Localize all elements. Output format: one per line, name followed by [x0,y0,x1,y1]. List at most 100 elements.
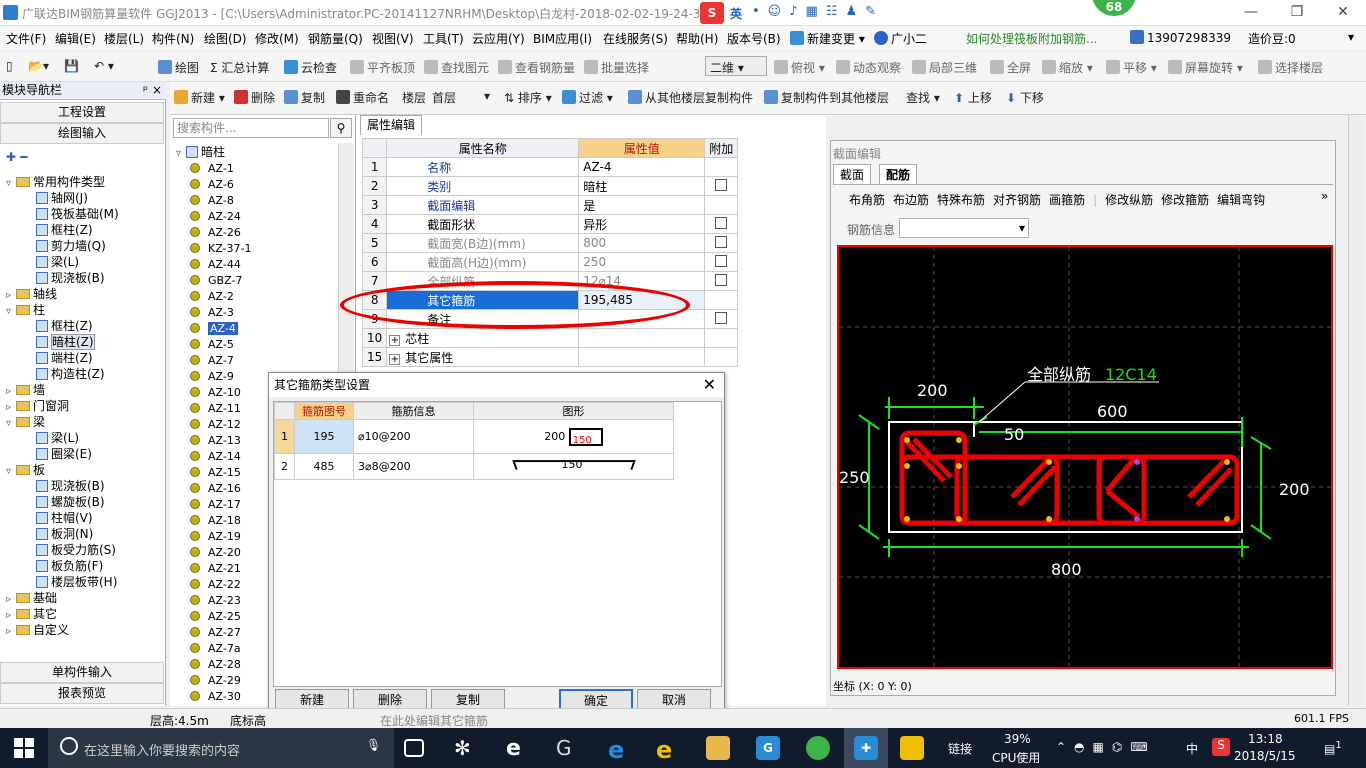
flat-board-button[interactable]: 平齐板顶 [350,59,415,76]
extra-checkbox[interactable] [715,254,728,267]
maximize-button[interactable]: ❐ [1274,0,1320,26]
nav-tree-item[interactable]: 梁(L) [36,254,79,270]
save-icon[interactable]: 💾 [64,59,79,73]
pan-button[interactable]: 平移 ▾ [1106,59,1157,76]
minimize-button[interactable]: — [1228,0,1274,26]
section-canvas[interactable]: 全部纵筋 12C14 200 600 50 250 200 800 [837,245,1333,669]
ime-tools-icon[interactable]: •☺♪▦☷♟✎ [752,4,884,19]
active-app-icon[interactable]: ✚ [844,728,888,768]
browser-icon[interactable]: G [556,736,580,760]
nav-tree-item[interactable]: 端柱(Z) [36,350,93,366]
menu-file[interactable]: 文件(F) [6,30,46,47]
nav-tree-item[interactable]: ▹ 轴线 [6,286,57,302]
menu-version[interactable]: 版本号(B) [727,30,781,47]
menu-help[interactable]: 帮助(H) [676,30,718,47]
tab-rebar[interactable]: 配筋 [879,164,918,184]
list-item[interactable]: AZ-26 [190,225,241,241]
floor-select[interactable]: 首层 ▾ [430,87,494,107]
move-up-button[interactable]: ⬆ 上移 [954,89,992,106]
ggj-icon[interactable]: G [756,736,780,760]
list-item[interactable]: AZ-27 [190,625,241,641]
section-tool-button[interactable]: 特殊布筋 [937,193,985,207]
list-item[interactable]: AZ-14 [190,449,241,465]
move-down-button[interactable]: ⬇ 下移 [1006,89,1044,106]
extra-checkbox[interactable] [715,178,728,191]
rebar-info-select[interactable]: ▾ [899,218,1029,238]
file-explorer-icon[interactable] [706,736,730,760]
nav-tree-item[interactable]: 现浇板(B) [36,478,105,494]
find-element-button[interactable]: 查找图元 [424,59,489,76]
section-tool-button[interactable]: 修改箍筋 [1161,193,1209,207]
clock-time[interactable]: 13:18 [1248,732,1283,746]
tab-property-edit[interactable]: 属性编辑 [360,115,422,135]
menu-account[interactable]: 13907298339 [1130,30,1231,45]
green-app-icon[interactable] [806,736,830,760]
nav-tree-item[interactable]: ▿ 常用构件类型 [6,174,105,190]
table-row[interactable]: 2 485 3⌀8@200 150 [274,453,674,480]
list-item[interactable]: AZ-17 [190,497,241,513]
edge-icon[interactable]: e [608,736,632,764]
copy-button[interactable]: 复制 [284,89,325,106]
list-item[interactable]: AZ-19 [190,529,241,545]
nav-tree-item[interactable]: ▹ 基础 [6,590,57,606]
tab-section[interactable]: 截面 [833,164,872,184]
nav-tree-item[interactable]: 梁(L) [36,430,79,446]
close-icon[interactable]: × [152,82,162,99]
list-item[interactable]: AZ-7a [190,641,241,657]
nav-tree-item[interactable]: 轴网(J) [36,190,88,206]
delete-button[interactable]: 删除 [234,89,275,106]
nav-tree-item[interactable]: ▿ 板 [6,462,45,478]
menu-tools[interactable]: 工具(T) [423,30,464,47]
cpu-usage[interactable]: 39% [1004,732,1031,746]
list-item[interactable]: AZ-23 [190,593,241,609]
list-item[interactable]: AZ-29 [190,673,241,689]
menu-more-icon[interactable]: ▾ [1348,30,1354,44]
nav-tree-item[interactable]: 框柱(Z) [36,318,93,334]
nav-tree-item[interactable]: 筏板基础(M) [36,206,119,222]
zoom-button[interactable]: 缩放 ▾ [1042,59,1093,76]
menu-edit[interactable]: 编辑(E) [55,30,96,47]
nav-tree-item[interactable]: ▹ 门窗洞 [6,398,69,414]
section-tool-button[interactable]: 编辑弯钩 [1217,193,1265,207]
nav-tree-item[interactable]: ▿ 柱 [6,302,45,318]
section-tool-button[interactable]: 布边筋 [893,193,929,207]
list-item[interactable]: AZ-44 [190,257,241,273]
nav-tree-item[interactable]: 剪力墙(Q) [36,238,106,254]
list-item[interactable]: AZ-18 [190,513,241,529]
nav-tree-item[interactable]: 构造柱(Z) [36,366,105,382]
dialog-close-icon[interactable]: ✕ [703,375,716,394]
close-button[interactable]: ✕ [1320,0,1366,26]
notes-icon[interactable] [900,736,924,760]
property-row[interactable]: 1 名称 AZ-4 [361,157,739,177]
menu-guangxiaoer[interactable]: 广小二 [874,30,927,47]
single-input-button[interactable]: 单构件输入 [0,662,164,683]
menu-beans[interactable]: 造价豆:0 [1248,30,1296,47]
project-settings-button[interactable]: 工程设置 [0,102,164,123]
menu-component[interactable]: 构件(N) [152,30,194,47]
menu-cloud[interactable]: 云应用(Y) [472,30,525,47]
report-preview-button[interactable]: 报表预览 [0,683,164,704]
taskbar-search[interactable]: 在这里输入你要搜索的内容 🎙 [48,728,394,768]
list-item[interactable]: AZ-3 [190,305,234,321]
ime-lang[interactable]: 英 [730,5,742,22]
nav-tree-item[interactable]: 板洞(N) [36,526,93,542]
sort-button[interactable]: ⇅ 排序 ▾ [504,89,552,106]
expand-icon[interactable]: ▿ [6,176,16,192]
list-item[interactable]: AZ-15 [190,465,241,481]
list-item[interactable]: KZ-37-1 [190,241,252,257]
view-steel-button[interactable]: 查看钢筋量 [498,59,575,76]
nav-tree-item[interactable]: 楼层板带(H) [36,574,117,590]
undo-icon[interactable]: ↶ ▾ [94,59,114,73]
list-root[interactable]: ▿ 暗柱 [176,143,225,160]
list-item[interactable]: AZ-30 [190,689,241,705]
ie-icon[interactable]: e [506,736,530,761]
clock-date[interactable]: 2018/5/15 [1234,749,1296,763]
table-row[interactable]: 1 195 ⌀10@200 200 150 [274,419,674,454]
property-row[interactable]: 6 截面高(H边)(mm) 250 [361,252,739,272]
batch-select-button[interactable]: 批量选择 [584,59,649,76]
menu-bim[interactable]: BIM应用(I) [533,30,592,47]
list-item[interactable]: AZ-10 [190,385,241,401]
pin-icon[interactable]: ᵖ [143,82,148,99]
top-view-button[interactable]: 俯视 ▾ [774,59,825,76]
menu-online[interactable]: 在线服务(S) [603,30,668,47]
